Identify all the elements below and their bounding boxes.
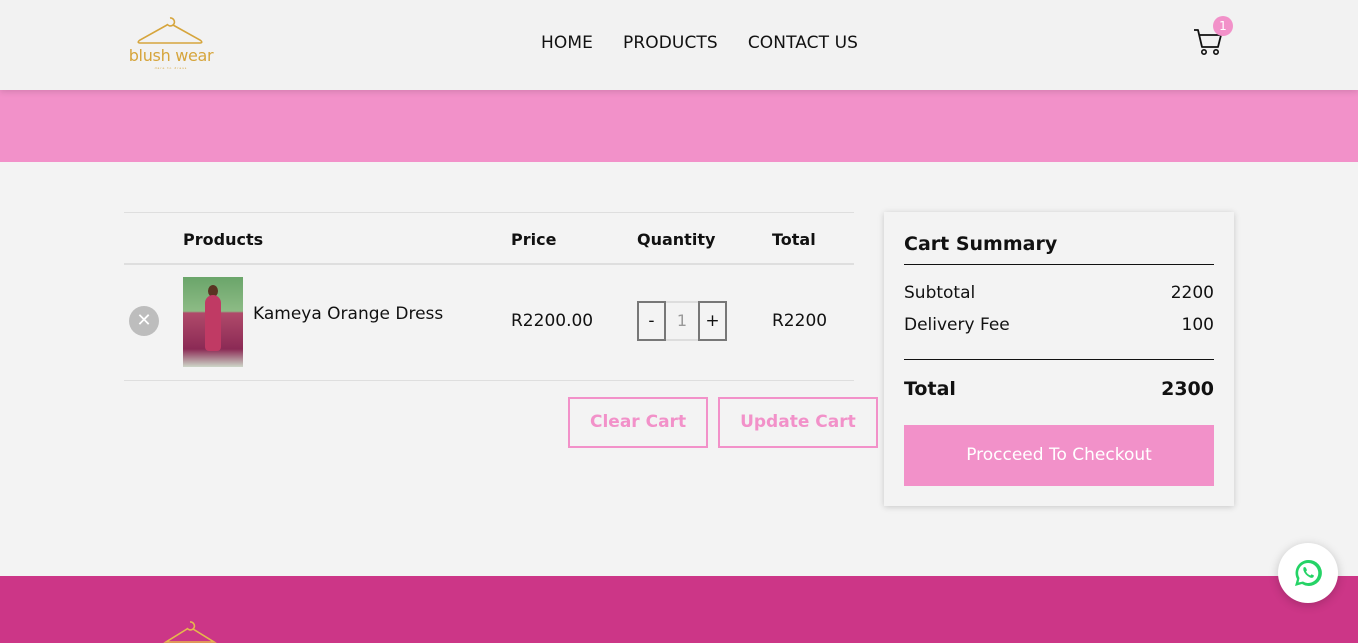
cart-table: Products Price Quantity Total ✕ Kameya O… (124, 212, 854, 381)
summary-divider-2 (904, 359, 1214, 360)
update-cart-button[interactable]: Update Cart (718, 397, 878, 448)
cart-count-badge: 1 (1213, 16, 1233, 36)
delivery-row: Delivery Fee 100 (904, 315, 1214, 335)
logo-tagline: dare to dress (154, 66, 188, 70)
delivery-label: Delivery Fee (904, 315, 1010, 335)
nav-products[interactable]: PRODUCTS (623, 33, 718, 53)
header-products: Products (183, 230, 264, 249)
delivery-value: 100 (1181, 315, 1214, 335)
decrement-button[interactable]: - (637, 301, 666, 341)
quantity-input[interactable]: 1 (666, 301, 698, 341)
total-label: Total (904, 378, 956, 400)
quantity-stepper: - 1 + (637, 301, 727, 341)
logo-text: blush wear (128, 46, 214, 65)
nav-contact-us[interactable]: CONTACT US (748, 33, 858, 53)
main-nav: HOME PRODUCTS CONTACT US (541, 33, 858, 53)
header-total: Total (772, 230, 816, 249)
checkout-button[interactable]: Procceed To Checkout (904, 425, 1214, 486)
summary-title: Cart Summary (904, 233, 1058, 255)
total-row: Total 2300 (904, 378, 1214, 400)
product-name[interactable]: Kameya Orange Dress (253, 304, 443, 324)
total-value: 2300 (1161, 378, 1214, 400)
subtotal-row: Subtotal 2200 (904, 283, 1214, 303)
remove-item-button[interactable]: ✕ (129, 306, 159, 336)
summary-divider (904, 264, 1214, 265)
header-price: Price (511, 230, 557, 249)
close-icon: ✕ (136, 310, 152, 331)
header-quantity: Quantity (637, 230, 716, 249)
site-footer (0, 576, 1358, 643)
line-total: R2200 (772, 311, 828, 331)
whatsapp-icon (1295, 559, 1322, 586)
product-price: R2200.00 (511, 311, 594, 331)
cart-summary: Cart Summary Subtotal 2200 Delivery Fee … (884, 212, 1234, 506)
footer-hanger-icon (163, 621, 217, 643)
increment-button[interactable]: + (698, 301, 727, 341)
clear-cart-button[interactable]: Clear Cart (568, 397, 709, 448)
brand-logo[interactable]: blush wear dare to dress (124, 14, 216, 74)
cart-actions: Clear Cart Update Cart (568, 397, 878, 448)
page-banner (0, 90, 1358, 162)
table-row: ✕ Kameya Orange Dress R2200.00 - 1 + R22… (124, 265, 854, 381)
subtotal-value: 2200 (1170, 283, 1214, 303)
table-header: Products Price Quantity Total (124, 212, 854, 265)
subtotal-label: Subtotal (904, 283, 976, 303)
nav-home[interactable]: HOME (541, 33, 593, 53)
product-thumbnail[interactable] (183, 277, 243, 367)
site-header: blush wear dare to dress HOME PRODUCTS C… (0, 0, 1358, 90)
whatsapp-chat-button[interactable] (1278, 543, 1338, 603)
thumbnail-figure-dress (205, 295, 221, 351)
